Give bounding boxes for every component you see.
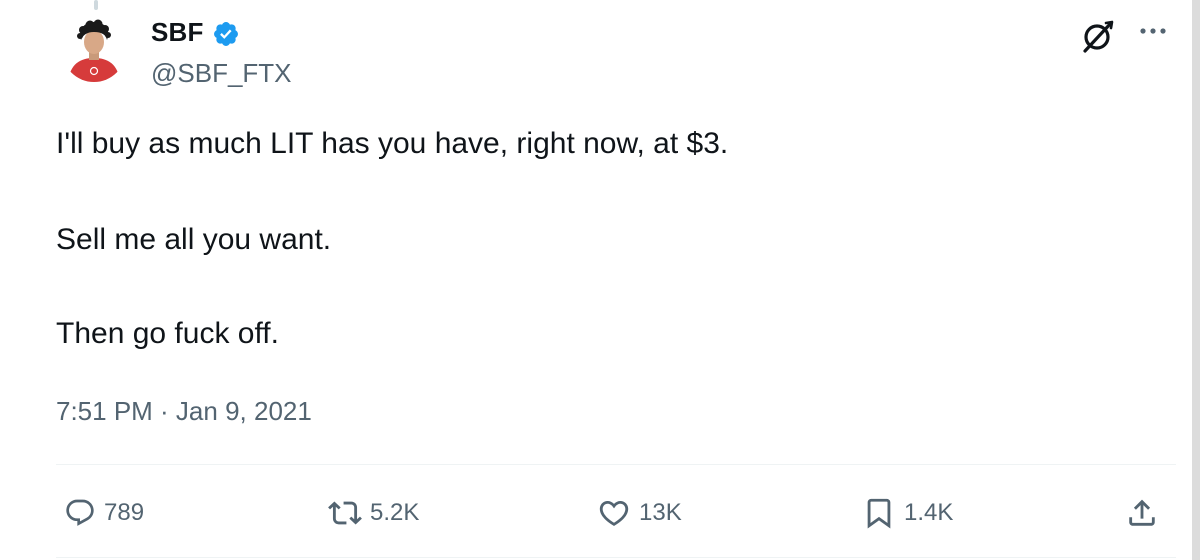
- bookmark-icon: [867, 498, 891, 529]
- author-display-name[interactable]: SBF: [151, 16, 204, 48]
- retweet-button[interactable]: 5.2K: [328, 493, 419, 533]
- author-handle[interactable]: @SBF_FTX: [151, 57, 292, 89]
- tweet-text-line: Sell me all you want.: [56, 223, 332, 256]
- retweet-icon: [328, 501, 362, 525]
- bookmark-button[interactable]: 1.4K: [862, 493, 953, 533]
- verified-badge-icon: [214, 22, 238, 46]
- more-options-icon[interactable]: [1138, 22, 1168, 40]
- avatar[interactable]: [62, 18, 126, 82]
- bookmark-count: 1.4K: [904, 499, 954, 526]
- scrollbar[interactable]: [1192, 0, 1200, 560]
- divider: [56, 464, 1176, 465]
- divider: [56, 557, 1176, 558]
- reply-count: 789: [104, 499, 145, 526]
- like-icon: [599, 500, 629, 526]
- share-button[interactable]: [1125, 493, 1159, 533]
- like-button[interactable]: 13K: [597, 493, 682, 533]
- tweet-timestamp[interactable]: 7:51 PM · Jan 9, 2021: [56, 395, 312, 427]
- avatar-image: [62, 18, 126, 82]
- share-icon: [1129, 499, 1155, 526]
- tweet-text-line: Then go fuck off.: [56, 317, 279, 350]
- reply-button[interactable]: 789: [64, 493, 144, 533]
- thread-connector-line: [94, 0, 98, 10]
- like-count: 13K: [639, 499, 682, 526]
- tweet-text-line: I'll buy as much LIT has you have, right…: [56, 127, 729, 160]
- reply-icon: [66, 499, 94, 526]
- tweet-card: SBF @SBF_FTX I'll buy as much LIT has yo…: [0, 0, 1200, 560]
- retweet-count: 5.2K: [370, 499, 420, 526]
- grok-icon[interactable]: [1080, 18, 1116, 54]
